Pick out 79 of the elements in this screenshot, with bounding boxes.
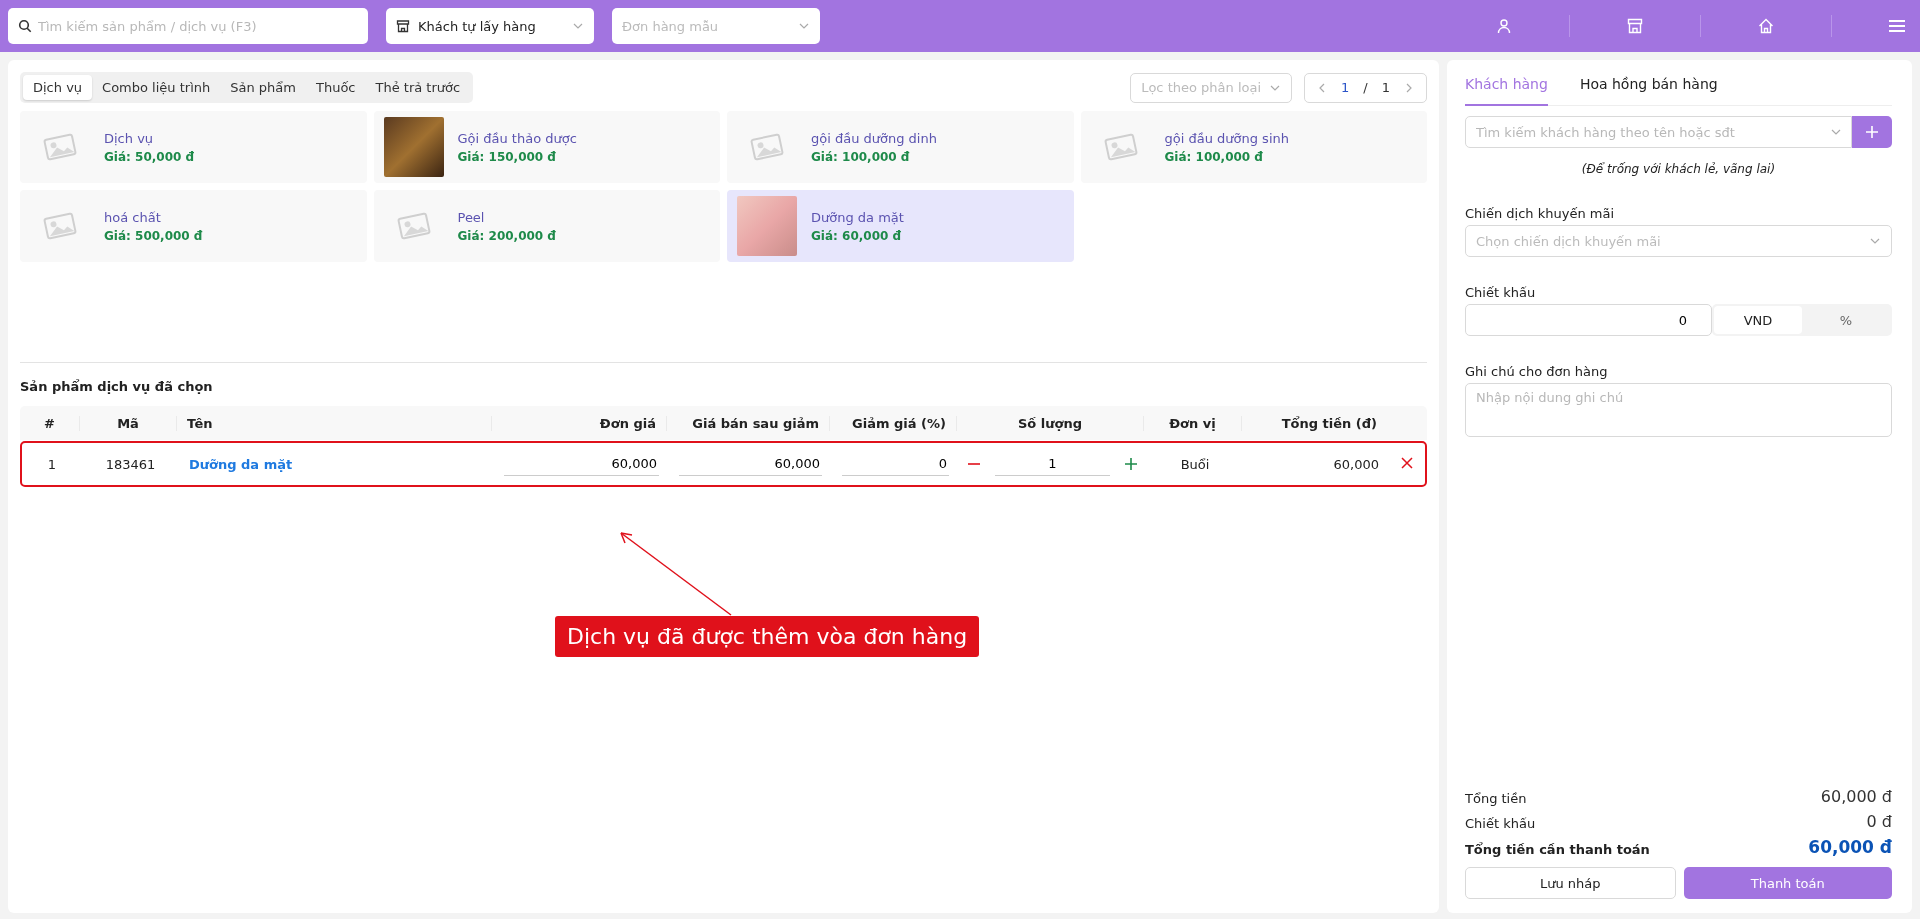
field-label: Ghi chú cho đơn hàng <box>1465 364 1609 379</box>
item-name-link[interactable]: Dưỡng da mặt <box>179 456 494 472</box>
photo-placeholder <box>383 117 444 177</box>
category-tab[interactable]: Thuốc <box>305 75 366 100</box>
field-label: Chiết khấu <box>1465 285 1537 300</box>
column-header: Số lượng <box>957 415 1144 431</box>
product-name: gội đầu dưỡng sinh <box>1164 130 1289 146</box>
product-card[interactable]: Dịch vụ Giá: 50,000 đ <box>20 111 367 183</box>
panel-tab[interactable]: Hoa hồng bán hàng <box>1579 68 1718 106</box>
category-tab[interactable]: Sản phẩm <box>220 75 306 100</box>
column-header: Giảm giá (%) <box>830 415 957 431</box>
plus-button[interactable] <box>1124 457 1138 471</box>
product-price: Giá: 150,000 đ <box>457 149 557 164</box>
product-name: Peel <box>457 209 486 225</box>
plus-icon <box>1124 457 1138 471</box>
product-card[interactable]: Dưỡng da mặt Giá: 60,000 đ <box>727 190 1074 262</box>
product-name: Dịch vụ <box>104 130 155 146</box>
delivery-select[interactable]: Khách tự lấy hàng <box>386 8 594 44</box>
annotation-label: Dịch vụ đã được thêm vòa đơn hàng <box>555 616 980 657</box>
delete-icon[interactable] <box>1401 456 1413 469</box>
page-total: 1 <box>1381 80 1390 95</box>
unit-option[interactable]: % <box>1802 306 1890 334</box>
column-header: Đơn giá <box>492 415 667 431</box>
product-card[interactable]: Gội đầu thảo dược Giá: 150,000 đ <box>373 111 720 183</box>
product-search-field[interactable]: Tìm kiếm sản phẩm / dịch vụ (F3) <box>8 8 368 44</box>
summary-value: 60,000 đ <box>1808 837 1892 857</box>
summary-label: Chiết khấu <box>1465 816 1536 831</box>
category-tab[interactable]: Combo liệu trình <box>92 75 221 100</box>
search-icon <box>18 19 32 33</box>
note-field[interactable]: Nhập nội dung ghi chú <box>1465 383 1892 437</box>
summary-label: Tổng tiền <box>1465 791 1527 806</box>
store-icon <box>396 19 410 33</box>
panel-tab[interactable]: Khách hàng <box>1465 68 1548 106</box>
save-draft-button[interactable]: Lưu nháp <box>1465 867 1676 899</box>
table-cell-text: 183461 <box>104 456 157 472</box>
category-tab[interactable]: Thẻ trả trước <box>365 75 471 100</box>
column-header: Tên <box>177 415 492 431</box>
column-header: Giá bán sau giảm <box>667 415 830 431</box>
product-card[interactable]: Peel Giá: 200,000 đ <box>373 190 720 262</box>
sale-price-input[interactable]: 60,000 <box>679 452 822 476</box>
page-current: 1 <box>1341 80 1350 95</box>
field-label: Chiến dịch khuyến mãi <box>1465 206 1615 221</box>
product-card[interactable]: gội đầu dưỡng dinh Giá: 100,000 đ <box>727 111 1074 183</box>
plus-icon <box>1865 125 1879 139</box>
customer-search-field[interactable]: Tìm kiếm khách hàng theo tên hoặc sđt <box>1465 116 1852 148</box>
product-name: hoá chất <box>104 209 162 225</box>
column-header: Mã <box>80 415 177 431</box>
column-header: Tổng tiền (đ) <box>1280 415 1378 431</box>
table-cell-text: 60,000 <box>1332 456 1380 472</box>
product-name: gội đầu dưỡng dinh <box>811 130 937 146</box>
table-cell-text: Buổi <box>1179 456 1211 472</box>
column-header: Đơn vị <box>1144 415 1242 431</box>
customer-hint: (Để trống với khách lẻ, vãng lai) <box>1580 162 1777 176</box>
summary-value: 0 đ <box>1866 812 1892 831</box>
product-price: Giá: 200,000 đ <box>457 228 556 243</box>
discount-input[interactable]: 0 <box>842 452 949 476</box>
product-price: Giá: 500,000 đ <box>104 228 203 243</box>
product-card[interactable]: hoá chất Giá: 500,000 đ <box>20 190 367 262</box>
add-customer-button[interactable] <box>1852 116 1892 148</box>
summary-label: Tổng tiền cần thanh toán <box>1465 842 1650 857</box>
page-separator: / <box>1363 80 1368 95</box>
category-tab[interactable]: Dịch vụ <box>23 75 93 100</box>
product-name: Dưỡng da mặt <box>811 209 904 225</box>
product-price: Giá: 60,000 đ <box>811 228 903 243</box>
product-price: Giá: 100,000 đ <box>1164 149 1264 164</box>
product-card[interactable]: gội đầu dưỡng sinh Giá: 100,000 đ <box>1080 111 1427 183</box>
section-title: Sản phẩm dịch vụ đã chọn <box>20 379 214 394</box>
photo-placeholder <box>737 196 797 256</box>
chevron-right-icon[interactable] <box>1404 82 1414 93</box>
column-header: # <box>20 415 80 431</box>
product-price: Giá: 100,000 đ <box>811 149 911 164</box>
summary-value: 60,000 đ <box>1820 787 1892 806</box>
product-price: Giá: 50,000 đ <box>104 149 195 164</box>
table-cell-text: 1 <box>46 456 58 472</box>
quantity-input[interactable]: 1 <box>995 452 1110 476</box>
unit-price-input[interactable]: 60,000 <box>504 452 659 476</box>
unit-option[interactable]: VND <box>1714 306 1802 334</box>
product-name: Gội đầu thảo dược <box>457 130 577 146</box>
discount-field[interactable]: 0 <box>1465 304 1712 336</box>
